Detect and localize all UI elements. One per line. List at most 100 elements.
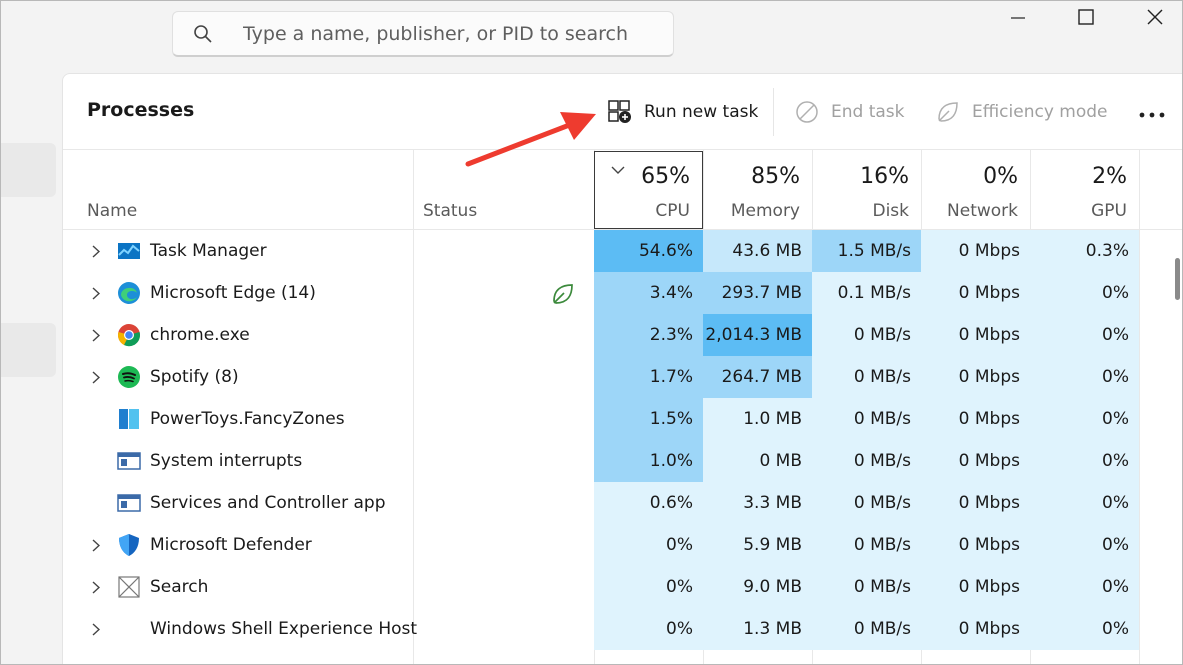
process-name: Microsoft Defender — [150, 535, 312, 555]
more-options-button[interactable] — [1132, 96, 1172, 128]
chevron-right-icon[interactable] — [87, 314, 105, 356]
column-header-memory[interactable]: Memory — [703, 201, 800, 221]
column-header-name[interactable]: Name — [87, 201, 137, 221]
sidebar-item[interactable] — [0, 323, 56, 377]
disk-cell: 0 MB/s — [812, 524, 921, 566]
cpu-percent: 65% — [641, 164, 690, 189]
cpu-cell: 1.0% — [594, 440, 703, 482]
gpu-percent: 2% — [1092, 164, 1127, 189]
search-placeholder-icon — [117, 575, 141, 599]
chevron-right-icon[interactable] — [87, 608, 105, 650]
maximize-button[interactable] — [1056, 0, 1116, 38]
process-name: Search — [150, 577, 209, 597]
column-header-gpu[interactable]: GPU — [1030, 201, 1127, 221]
memory-cell: 293.7 MB — [703, 272, 812, 314]
disk-cell: 1.5 MB/s — [812, 230, 921, 272]
gpu-cell: 0% — [1030, 272, 1139, 314]
process-name: Services and Controller app — [150, 493, 386, 513]
network-cell: 0 Mbps — [921, 566, 1030, 608]
memory-cell: 5.9 MB — [703, 524, 812, 566]
run-new-task-button[interactable]: Run new task — [606, 90, 758, 134]
network-cell: 0 Mbps — [921, 356, 1030, 398]
process-name: Windows Shell Experience Host — [150, 619, 418, 639]
vertical-scrollbar[interactable] — [1175, 258, 1180, 300]
cpu-cell: 0% — [594, 566, 703, 608]
search-input[interactable] — [243, 22, 663, 45]
table-row[interactable]: 2.3% 2,014.3 MB 0 MB/s 0 Mbps 0% chrome.exe — [63, 314, 1139, 356]
chevron-right-icon[interactable] — [87, 356, 105, 398]
disk-cell: 0 MB/s — [812, 314, 921, 356]
gpu-cell: 0% — [1030, 398, 1139, 440]
column-header-status[interactable]: Status — [423, 201, 477, 221]
disk-cell: 0 MB/s — [812, 566, 921, 608]
cpu-cell: 2.3% — [594, 314, 703, 356]
cpu-cell: 54.6% — [594, 230, 703, 272]
chrome-icon — [117, 323, 141, 347]
system-window-icon — [117, 449, 141, 473]
memory-cell: 0 MB — [703, 440, 812, 482]
minimize-button[interactable] — [988, 0, 1048, 38]
table-row[interactable]: 54.6% 43.6 MB 1.5 MB/s 0 Mbps 0.3% Task Manag… — [63, 230, 1139, 272]
memory-percent: 85% — [751, 164, 800, 189]
fancyzones-icon — [117, 407, 141, 431]
memory-cell: 9.0 MB — [703, 566, 812, 608]
chevron-right-icon[interactable] — [87, 272, 105, 314]
table-row[interactable]: 0% 1.3 MB 0 MB/s 0 Mbps 0% Windows Shell Expe… — [63, 608, 1139, 650]
process-name: chrome.exe — [150, 325, 250, 345]
column-header-network[interactable]: Network — [921, 201, 1018, 221]
search-box[interactable] — [172, 11, 674, 57]
chevron-right-icon[interactable] — [87, 230, 105, 272]
disk-cell: 0 MB/s — [812, 608, 921, 650]
network-cell: 0 Mbps — [921, 272, 1030, 314]
search-icon — [173, 11, 233, 57]
page-title: Processes — [87, 99, 195, 121]
table-row[interactable]: 0% 9.0 MB 0 MB/s 0 Mbps 0% Search — [63, 566, 1139, 608]
gpu-cell: 0% — [1030, 524, 1139, 566]
disk-cell: 0.1 MB/s — [812, 272, 921, 314]
efficiency-leaf-icon — [934, 98, 962, 126]
gpu-cell: 0% — [1030, 314, 1139, 356]
defender-shield-icon — [117, 533, 141, 557]
table-row[interactable]: 0.6% 3.3 MB 0 MB/s 0 Mbps 0% Services and Con… — [63, 482, 1139, 524]
network-cell: 0 Mbps — [921, 440, 1030, 482]
gpu-cell: 0.3% — [1030, 230, 1139, 272]
chevron-right-icon[interactable] — [87, 566, 105, 608]
table-row[interactable]: 1.5% 1.0 MB 0 MB/s 0 Mbps 0% PowerToys.FancyZ… — [63, 398, 1139, 440]
network-cell: 0 Mbps — [921, 608, 1030, 650]
more-dots-icon — [1139, 103, 1165, 122]
cpu-cell: 0% — [594, 608, 703, 650]
memory-cell: 2,014.3 MB — [703, 314, 812, 356]
disk-cell: 0 MB/s — [812, 482, 921, 524]
close-button[interactable] — [1125, 0, 1183, 38]
table-row[interactable]: 1.0% 0 MB 0 MB/s 0 Mbps 0% System interrupts — [63, 440, 1139, 482]
memory-cell: 3.3 MB — [703, 482, 812, 524]
end-task-button[interactable]: End task — [793, 90, 905, 134]
close-icon — [1147, 9, 1163, 29]
efficiency-mode-button[interactable]: Efficiency mode — [934, 90, 1108, 134]
column-separator — [1139, 150, 1140, 665]
process-name: Task Manager — [150, 241, 267, 261]
efficiency-leaf-icon — [550, 281, 576, 307]
table-row[interactable]: 1.7% 264.7 MB 0 MB/s 0 Mbps 0% Spotify (8) — [63, 356, 1139, 398]
sidebar-item[interactable] — [0, 143, 56, 197]
memory-cell: 1.0 MB — [703, 398, 812, 440]
column-header-disk[interactable]: Disk — [812, 201, 909, 221]
table-row[interactable]: 0% 5.9 MB 0 MB/s 0 Mbps 0% Microsoft Defender — [63, 524, 1139, 566]
cpu-cell: 0% — [594, 524, 703, 566]
network-cell: 0 Mbps — [921, 398, 1030, 440]
network-cell: 0 Mbps — [921, 230, 1030, 272]
chevron-right-icon[interactable] — [87, 524, 105, 566]
gpu-cell: 0% — [1030, 482, 1139, 524]
table-row[interactable]: 3.4% 293.7 MB 0.1 MB/s 0 Mbps 0% Microsoft Ed… — [63, 272, 1139, 314]
gpu-cell: 0% — [1030, 440, 1139, 482]
process-name: Microsoft Edge (14) — [150, 283, 316, 303]
spotify-icon — [117, 365, 141, 389]
memory-cell: 43.6 MB — [703, 230, 812, 272]
network-cell: 0 Mbps — [921, 482, 1030, 524]
disk-cell: 0 MB/s — [812, 356, 921, 398]
cpu-cell: 1.5% — [594, 398, 703, 440]
run-new-task-label: Run new task — [644, 102, 759, 122]
cpu-cell: 0.6% — [594, 482, 703, 524]
run-new-task-icon — [606, 98, 634, 126]
network-percent: 0% — [983, 164, 1018, 189]
